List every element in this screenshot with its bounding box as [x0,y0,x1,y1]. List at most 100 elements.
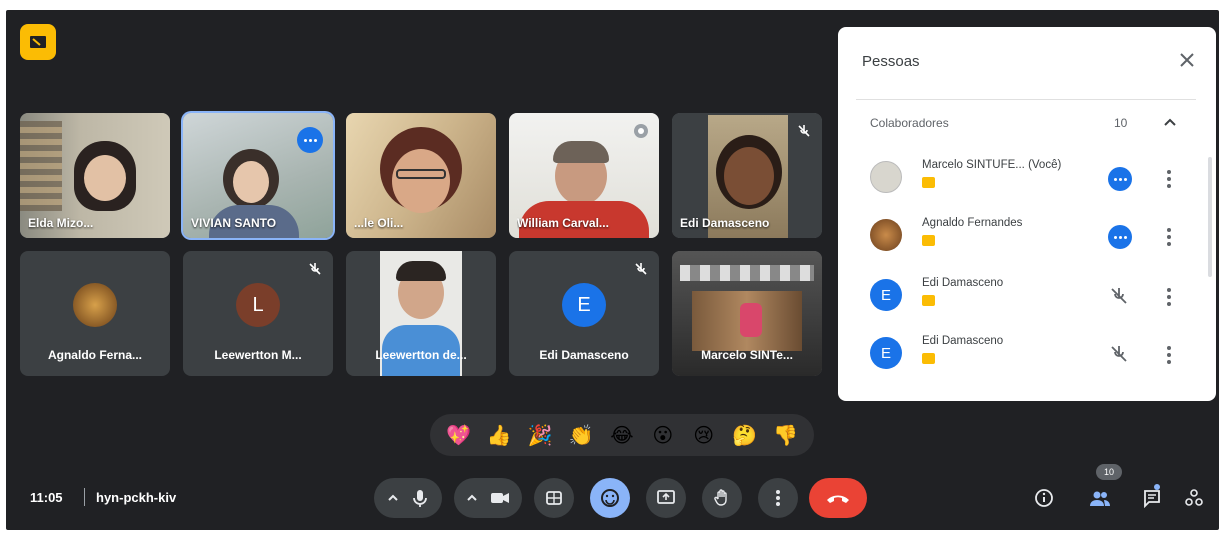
reaction-thumbs-down[interactable]: 👎 [771,421,799,449]
role-tag [922,353,935,364]
presentation-icon [30,36,46,48]
participant-tile[interactable]: William Carval... [509,113,659,238]
person-hair [396,261,446,281]
participant-name: Marcelo SINTUFE... (Você) [922,159,1062,171]
unread-indicator [1154,484,1160,490]
group-label: Colaboradores [870,116,949,130]
activities-icon [1185,489,1203,506]
tile-name: William Carval... [517,216,609,230]
person-hair [553,141,609,163]
raise-hand-button[interactable] [702,478,742,518]
reaction-heart[interactable]: 💖 [444,421,472,449]
participant-tile[interactable]: Leewertton de... [346,251,496,376]
participant-row[interactable]: E Edi Damasceno [856,325,1196,383]
end-call-icon [827,495,849,503]
participant-tile[interactable]: VIVIAN SANTO [183,113,333,238]
close-icon[interactable] [1176,49,1198,71]
participant-row[interactable]: E Edi Damasceno [856,267,1196,325]
speaking-indicator [1108,167,1132,191]
meeting-code: hyn-pckh-kiv [96,490,177,505]
info-button[interactable] [1032,486,1056,510]
participant-row[interactable]: Marcelo SINTUFE... (Você) [856,149,1196,207]
more-options-icon [776,490,780,506]
camera-control[interactable] [454,478,522,518]
panel-scrollbar[interactable] [1208,157,1212,277]
raise-hand-icon [714,489,727,506]
mic-off-icon [1111,346,1127,362]
speaking-indicator [1108,225,1132,249]
emoji-icon [601,489,619,507]
mic-off-icon [798,125,810,137]
tile-name: Leewertton de... [375,348,467,362]
role-tag [922,235,935,246]
participant-tile[interactable]: L Leewertton M... [183,251,333,376]
more-options-button[interactable] [758,478,798,518]
present-button[interactable] [646,478,686,518]
avatar: E [870,337,902,369]
glasses [396,169,446,179]
mic-off-icon [635,263,647,275]
meeting-host-badge[interactable] [20,24,56,60]
reaction-party[interactable]: 🎉 [526,421,554,449]
participant-tile[interactable]: E Edi Damasceno [509,251,659,376]
participant-name: Edi Damasceno [922,335,1004,347]
person-face [84,155,126,201]
participant-tile[interactable]: Agnaldo Ferna... [20,251,170,376]
bookshelf [20,121,62,211]
meeting-time: 11:05 [30,490,63,505]
tile-name: ...le Oli... [354,216,404,230]
avatar [73,283,117,327]
more-options-icon[interactable] [1162,225,1176,249]
emoji-button[interactable] [590,478,630,518]
more-options-icon[interactable] [1162,285,1176,309]
camera-icon[interactable] [489,488,511,508]
person-face [392,149,450,213]
activities-button[interactable] [1182,486,1206,510]
participant-tile[interactable]: ...le Oli... [346,113,496,238]
participant-tile[interactable]: Elda Mizo... [20,113,170,238]
participant-tile[interactable]: Marcelo SINTe... [672,251,822,376]
captions-icon [546,491,562,505]
person-face [724,147,774,205]
mic-off-icon [1111,288,1127,304]
reaction-clap[interactable]: 👏 [567,421,595,449]
more-options-icon[interactable] [1162,343,1176,367]
avatar [870,219,902,251]
mic-icon[interactable] [410,488,430,508]
mic-control[interactable] [374,478,442,518]
reaction-thumbs-up[interactable]: 👍 [485,421,513,449]
avatar: E [870,279,902,311]
chevron-up-icon[interactable] [386,491,400,505]
reaction-thinking[interactable]: 🤔 [731,421,759,449]
participant-tile[interactable]: Edi Damasceno [672,113,822,238]
reaction-sad[interactable]: 😢 [690,421,718,449]
reaction-laugh[interactable]: 😂 [608,421,636,449]
reaction-surprised[interactable]: 😮 [649,421,677,449]
tile-name: Marcelo SINTe... [701,348,793,362]
role-tag [922,177,935,188]
speaking-indicator [297,127,323,153]
camera-indicator-icon [634,124,648,138]
tile-name: Edi Damasceno [680,216,770,230]
mic-off-icon [309,263,321,275]
more-options-icon[interactable] [1162,167,1176,191]
group-count: 10 [1114,116,1128,130]
tile-name: Agnaldo Ferna... [47,348,142,362]
reactions-bar: 💖 👍 🎉 👏 😂 😮 😢 🤔 👎 [430,414,814,456]
role-tag [922,295,935,306]
divider [84,488,85,506]
people-panel: Pessoas Colaboradores 10 Marcelo SINTUFE… [838,27,1216,401]
collaborators-group[interactable]: Colaboradores 10 [856,99,1196,143]
participant-count-badge: 10 [1096,464,1122,480]
chat-icon [1144,490,1160,508]
captions-button[interactable] [534,478,574,518]
person-figure [740,303,762,337]
avatar [870,161,902,193]
chevron-up-icon[interactable] [1162,114,1178,130]
chat-button[interactable] [1140,486,1164,510]
chevron-up-icon[interactable] [465,491,479,505]
people-button[interactable] [1088,486,1112,510]
participant-name: Edi Damasceno [922,277,1004,289]
participant-row[interactable]: Agnaldo Fernandes [856,207,1196,265]
end-call-button[interactable] [809,478,867,518]
